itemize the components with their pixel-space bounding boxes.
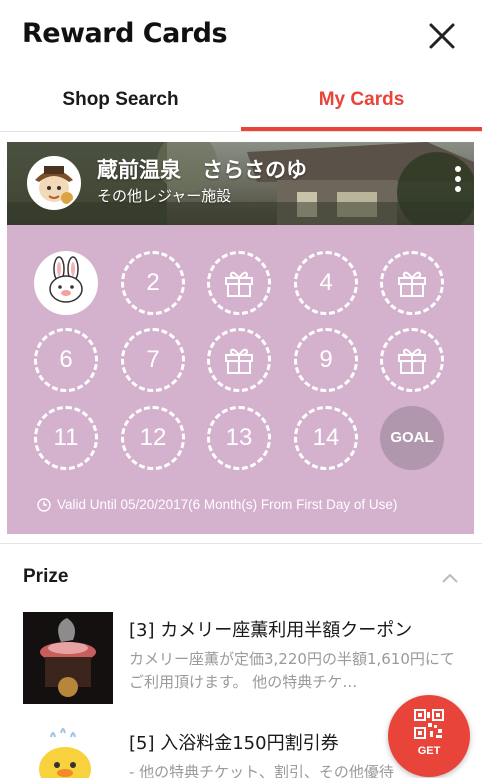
section-divider bbox=[0, 543, 482, 544]
close-icon[interactable] bbox=[426, 20, 458, 52]
stamp-6: 6 bbox=[34, 328, 98, 392]
gift-icon bbox=[225, 271, 253, 297]
page-title: Reward Cards bbox=[22, 18, 228, 49]
validity-label: Valid Until 05/20/2017(6 Month(s) From F… bbox=[57, 497, 398, 512]
stamp-2: 2 bbox=[121, 251, 185, 315]
validity-text: Valid Until 05/20/2017(6 Month(s) From F… bbox=[37, 497, 397, 512]
stamp-4: 4 bbox=[294, 251, 358, 315]
stamp-13: 13 bbox=[207, 406, 271, 470]
header: Reward Cards bbox=[0, 0, 482, 72]
shop-mascot-icon bbox=[29, 158, 79, 208]
tab-shop-search[interactable]: Shop Search bbox=[0, 72, 241, 131]
duck-icon bbox=[23, 725, 113, 778]
stamp-8-gift bbox=[207, 328, 271, 392]
stamp-7: 7 bbox=[121, 328, 185, 392]
gift-icon bbox=[398, 271, 426, 297]
gift-icon bbox=[398, 348, 426, 374]
prize-thumbnail bbox=[23, 612, 113, 704]
reward-card[interactable]: 蔵前温泉 さらさのゆ その他レジャー施設 2 4 6 7 9 11 12 13 … bbox=[7, 142, 474, 534]
get-button[interactable]: GET bbox=[388, 695, 470, 777]
shop-name: 蔵前温泉 さらさのゆ bbox=[97, 158, 307, 182]
get-button-label: GET bbox=[417, 745, 441, 757]
prize-heading: Prize bbox=[23, 566, 69, 587]
stamp-1-stamped bbox=[34, 251, 98, 315]
tab-bar: Shop Search My Cards bbox=[0, 72, 482, 132]
stamp-10-gift bbox=[380, 328, 444, 392]
prize-description: カメリー座薫が定価3,220円の半額1,610円にてご利用頂けます。 他の特典チ… bbox=[129, 650, 455, 691]
bunny-stamp-icon bbox=[49, 256, 83, 303]
stamp-9: 9 bbox=[294, 328, 358, 392]
prize-name: [5] 入浴料金150円割引券 bbox=[129, 733, 339, 754]
gift-icon bbox=[225, 348, 253, 374]
tab-my-cards[interactable]: My Cards bbox=[241, 72, 482, 131]
clock-icon bbox=[37, 497, 51, 512]
prize-name: [3] カメリー座薫利用半額クーポン bbox=[129, 620, 413, 641]
shop-category: その他レジャー施設 bbox=[97, 187, 232, 205]
incense-photo-icon bbox=[23, 612, 113, 704]
shop-banner: 蔵前温泉 さらさのゆ その他レジャー施設 bbox=[7, 142, 474, 225]
prize-thumbnail bbox=[23, 725, 113, 778]
stamp-12: 12 bbox=[121, 406, 185, 470]
stamp-14: 14 bbox=[294, 406, 358, 470]
stamp-5-gift bbox=[380, 251, 444, 315]
shop-logo bbox=[27, 156, 81, 210]
chevron-up-icon[interactable] bbox=[441, 572, 459, 584]
stamp-3-gift bbox=[207, 251, 271, 315]
qr-code-icon bbox=[414, 709, 444, 739]
more-options-icon[interactable] bbox=[452, 166, 464, 202]
stamp-goal: GOAL bbox=[380, 406, 444, 470]
stamp-11: 11 bbox=[34, 406, 98, 470]
